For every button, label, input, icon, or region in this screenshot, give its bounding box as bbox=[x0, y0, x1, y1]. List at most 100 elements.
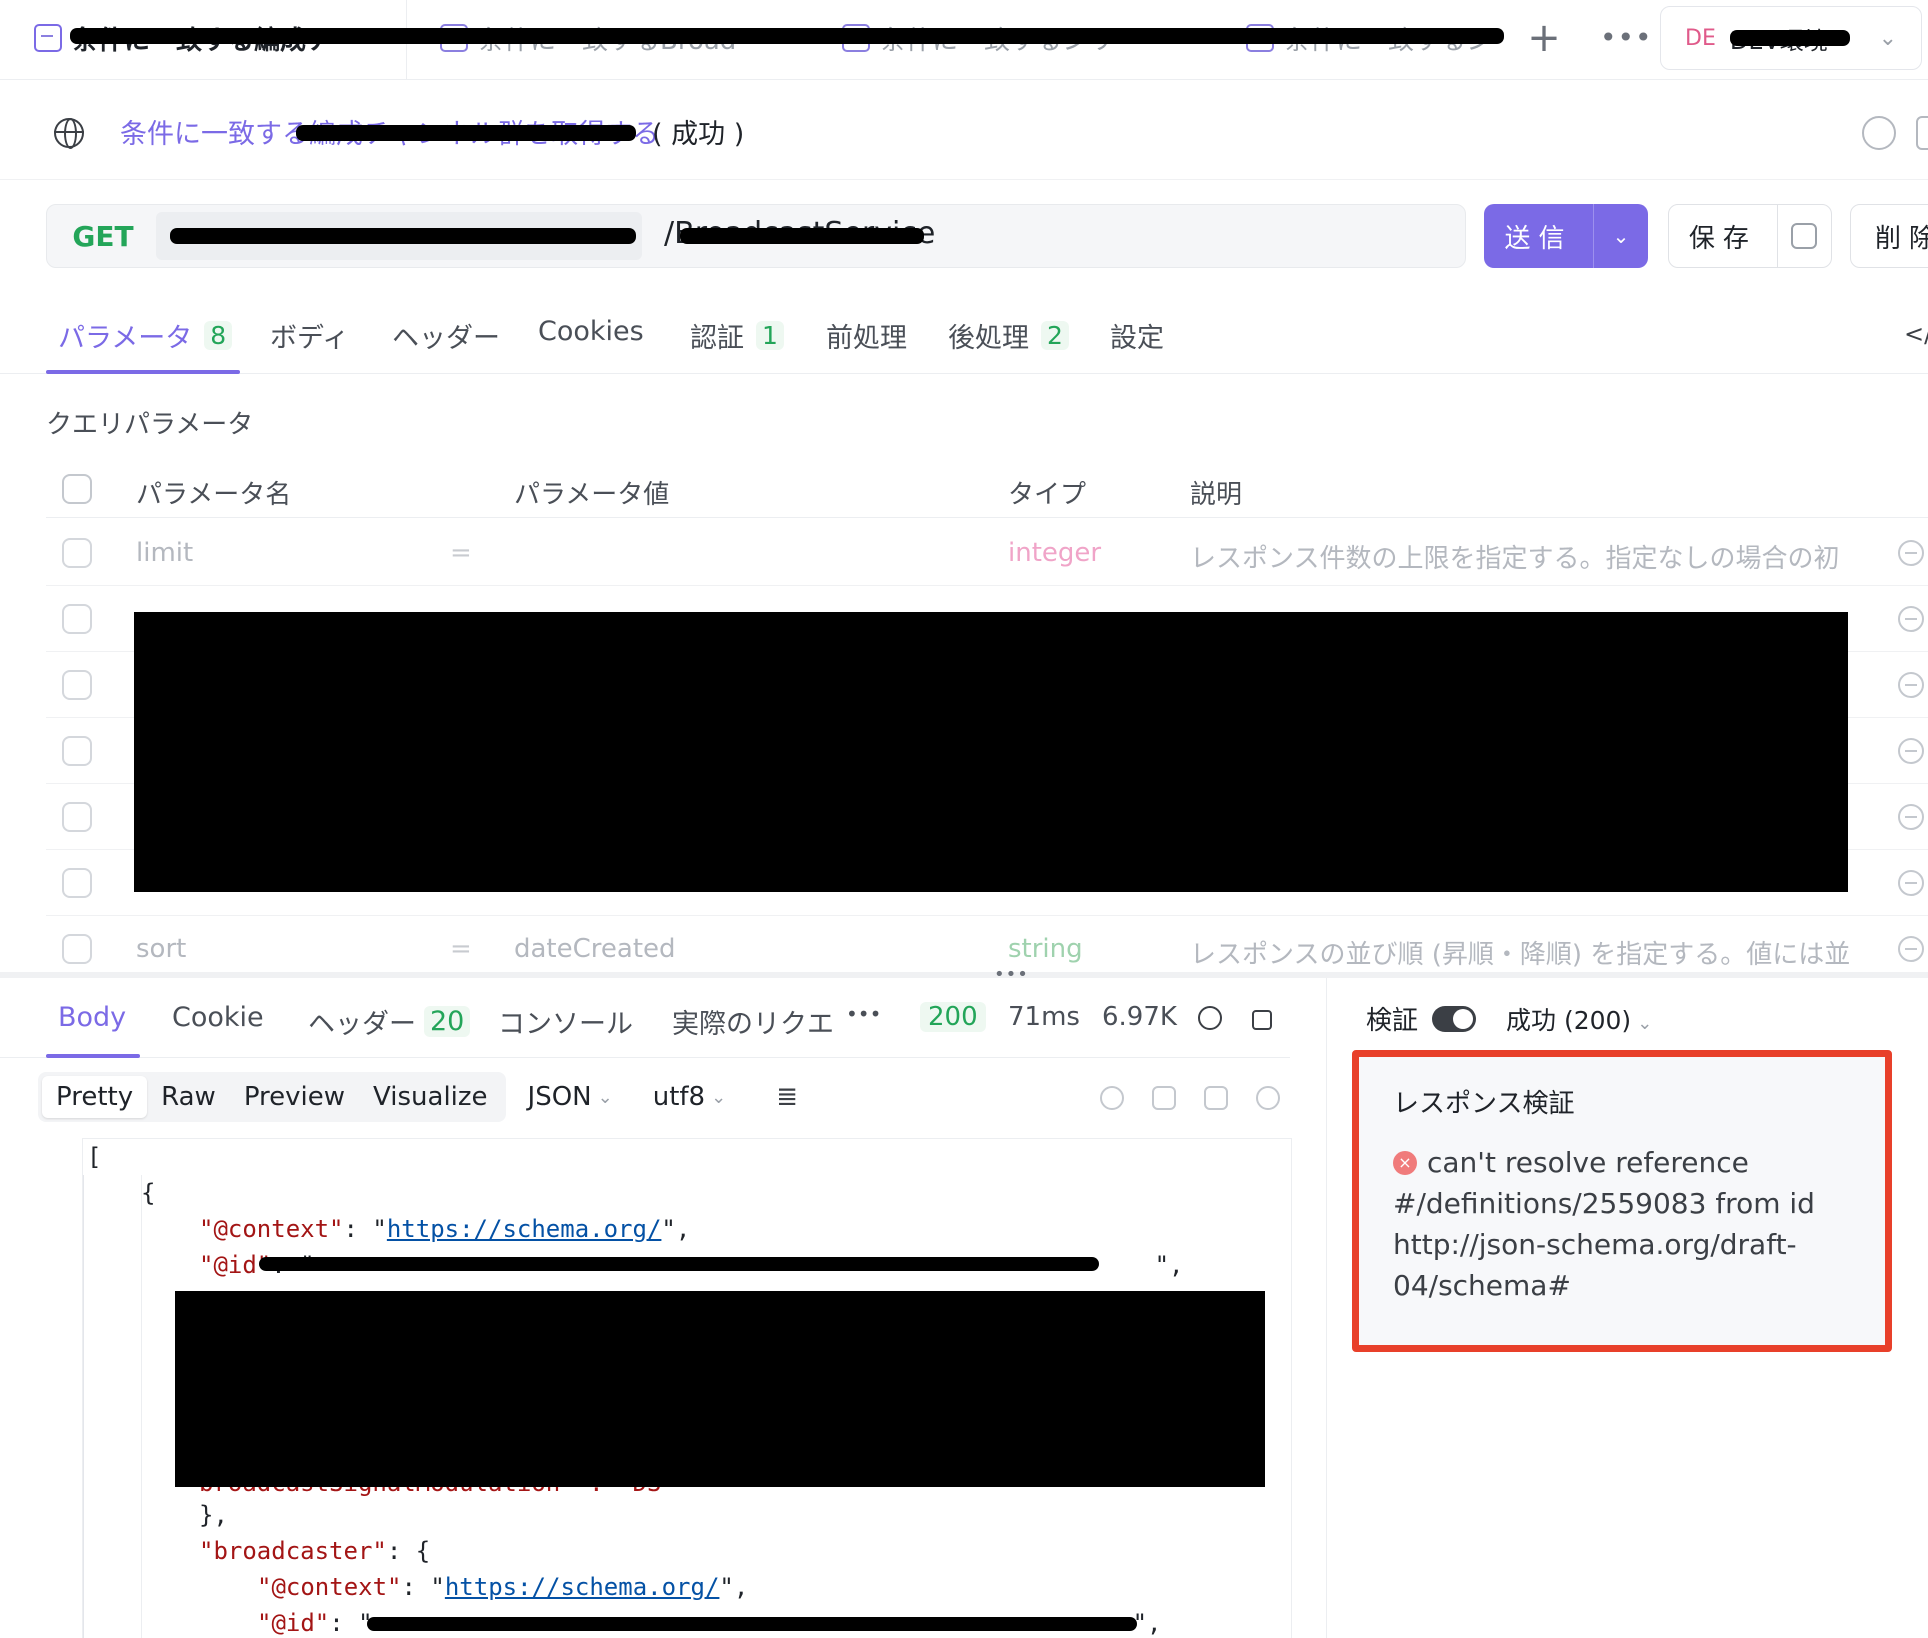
chevron-down-icon: ⌄ bbox=[711, 1086, 727, 1108]
format-raw[interactable]: Raw bbox=[147, 1076, 230, 1118]
count-badge: 1 bbox=[756, 321, 784, 350]
tab-console[interactable]: コンソール bbox=[498, 1002, 633, 1041]
validation-toggle[interactable] bbox=[1432, 1005, 1477, 1032]
save-option-icon[interactable] bbox=[1778, 205, 1831, 267]
redaction bbox=[170, 228, 636, 244]
response-tabs: Body Cookie ヘッダー 20 コンソール 実際のリクエ ••• bbox=[0, 990, 1290, 1058]
col-type: タイプ bbox=[1008, 480, 1087, 510]
share-icon[interactable] bbox=[1252, 1010, 1272, 1030]
redaction bbox=[367, 1617, 1137, 1631]
col-description: 説明 bbox=[1190, 480, 1243, 510]
more-tabs-icon[interactable]: ••• bbox=[846, 1002, 881, 1026]
tab-auth[interactable]: 認証 1 bbox=[690, 316, 784, 355]
format-visualize[interactable]: Visualize bbox=[359, 1076, 502, 1118]
redaction bbox=[134, 612, 1848, 892]
param-type[interactable]: integer bbox=[1008, 538, 1101, 568]
send-button[interactable]: 送信 ⌄ bbox=[1484, 204, 1648, 268]
param-checkbox[interactable] bbox=[62, 670, 92, 700]
select-all-checkbox[interactable] bbox=[62, 474, 92, 504]
redaction bbox=[296, 125, 636, 141]
param-name[interactable]: sort bbox=[136, 934, 186, 964]
encoding-select[interactable]: utf8 ⌄ bbox=[653, 1082, 726, 1112]
tab-pre-process[interactable]: 前処理 bbox=[826, 316, 907, 355]
param-checkbox[interactable] bbox=[62, 802, 92, 832]
param-checkbox[interactable] bbox=[62, 934, 92, 964]
param-description[interactable]: レスポンスの並び順 (昇順・降順) を指定する。値には並 bbox=[1190, 934, 1850, 971]
param-checkbox[interactable] bbox=[62, 538, 92, 568]
remove-param-icon[interactable] bbox=[1898, 672, 1924, 698]
panel-divider[interactable] bbox=[1326, 978, 1327, 1638]
validation-status-select[interactable]: 成功 (200) ⌄ bbox=[1506, 1001, 1652, 1037]
network-icon[interactable] bbox=[1198, 1006, 1222, 1030]
tab-actual-request[interactable]: 実際のリクエ bbox=[672, 1002, 834, 1041]
send-button-label: 送信 bbox=[1484, 204, 1594, 268]
save-button-label: 保存 bbox=[1669, 205, 1778, 267]
active-tab-indicator bbox=[46, 370, 240, 374]
tab-response-body[interactable]: Body bbox=[58, 1002, 126, 1033]
remove-param-icon[interactable] bbox=[1898, 540, 1924, 566]
param-name[interactable]: limit bbox=[136, 538, 193, 568]
download-icon[interactable] bbox=[1152, 1086, 1176, 1110]
drag-handle-icon[interactable]: ••• bbox=[994, 964, 1029, 985]
tab-params[interactable]: パラメータ 8 bbox=[58, 316, 233, 355]
remove-param-icon[interactable] bbox=[1898, 606, 1924, 632]
code-line: }, bbox=[199, 1501, 228, 1529]
param-checkbox[interactable] bbox=[62, 736, 92, 766]
param-description[interactable]: レスポンス件数の上限を指定する。指定なしの場合の初 bbox=[1190, 538, 1839, 575]
param-value[interactable]: dateCreated bbox=[514, 934, 676, 964]
remove-param-icon[interactable] bbox=[1898, 870, 1924, 896]
redaction bbox=[70, 28, 1504, 44]
response-time: 71ms bbox=[1008, 1002, 1080, 1032]
chevron-down-icon[interactable]: ⌄ bbox=[1594, 204, 1648, 268]
delete-button[interactable]: 削除 bbox=[1850, 204, 1928, 268]
api-icon bbox=[34, 24, 62, 52]
format-pretty[interactable]: Pretty bbox=[42, 1076, 148, 1118]
tab-headers[interactable]: ヘッダー bbox=[392, 316, 500, 355]
validation-label: 検証 bbox=[1366, 1006, 1419, 1036]
chevron-down-icon: ⌄ bbox=[1637, 1012, 1653, 1034]
response-size: 6.97K bbox=[1102, 1002, 1177, 1032]
tab-response-cookie[interactable]: Cookie bbox=[172, 1002, 264, 1033]
http-method-select[interactable]: GET bbox=[58, 210, 148, 262]
tab-post-process[interactable]: 後処理 2 bbox=[948, 316, 1069, 355]
chevron-down-icon: ⌄ bbox=[597, 1086, 613, 1108]
tab-response-headers[interactable]: ヘッダー 20 bbox=[308, 1002, 471, 1041]
tab-body[interactable]: ボディ bbox=[270, 316, 349, 355]
language-select[interactable]: JSON ⌄ bbox=[528, 1082, 613, 1112]
copy-icon[interactable] bbox=[1204, 1086, 1228, 1110]
param-checkbox[interactable] bbox=[62, 604, 92, 634]
redaction bbox=[175, 1291, 1265, 1487]
redaction bbox=[680, 228, 924, 244]
count-badge: 20 bbox=[424, 1006, 471, 1037]
equals-sign: = bbox=[450, 934, 472, 964]
param-checkbox[interactable] bbox=[62, 868, 92, 898]
split-icon[interactable] bbox=[1916, 116, 1928, 150]
search-icon[interactable] bbox=[1256, 1086, 1280, 1110]
word-wrap-icon[interactable]: ≣ bbox=[776, 1082, 798, 1112]
remove-param-icon[interactable] bbox=[1898, 738, 1924, 764]
indent-guide bbox=[83, 1175, 84, 1638]
more-tabs-button[interactable]: ••• bbox=[1600, 14, 1652, 62]
upload-icon[interactable] bbox=[1100, 1086, 1124, 1110]
code-icon[interactable]: </> bbox=[1904, 320, 1928, 348]
code-line: [ bbox=[87, 1143, 102, 1171]
new-tab-button[interactable]: + bbox=[1524, 14, 1564, 62]
share-icon[interactable] bbox=[1862, 116, 1896, 150]
save-button[interactable]: 保存 bbox=[1668, 204, 1832, 268]
remove-param-icon[interactable] bbox=[1898, 804, 1924, 830]
equals-sign: = bbox=[450, 538, 472, 568]
params-table-header: パラメータ名 パラメータ値 タイプ 説明 bbox=[46, 456, 1928, 518]
tab-settings[interactable]: 設定 bbox=[1110, 316, 1164, 355]
param-row-limit: limit = integer レスポンス件数の上限を指定する。指定なしの場合の… bbox=[46, 520, 1928, 586]
format-preview[interactable]: Preview bbox=[230, 1076, 359, 1118]
param-type[interactable]: string bbox=[1008, 934, 1083, 964]
indent-guide bbox=[141, 1175, 142, 1638]
count-badge: 8 bbox=[204, 321, 233, 350]
chevron-down-icon: ⌄ bbox=[1878, 25, 1897, 51]
remove-param-icon[interactable] bbox=[1898, 936, 1924, 962]
globe-icon bbox=[54, 118, 84, 149]
validation-card-title: レスポンス検証 bbox=[1393, 1089, 1575, 1119]
tab-cookies[interactable]: Cookies bbox=[538, 316, 644, 347]
pane-splitter[interactable] bbox=[0, 972, 1928, 978]
response-body-viewer[interactable]: [ { "@context": "https://schema.org/", "… bbox=[82, 1138, 1292, 1638]
